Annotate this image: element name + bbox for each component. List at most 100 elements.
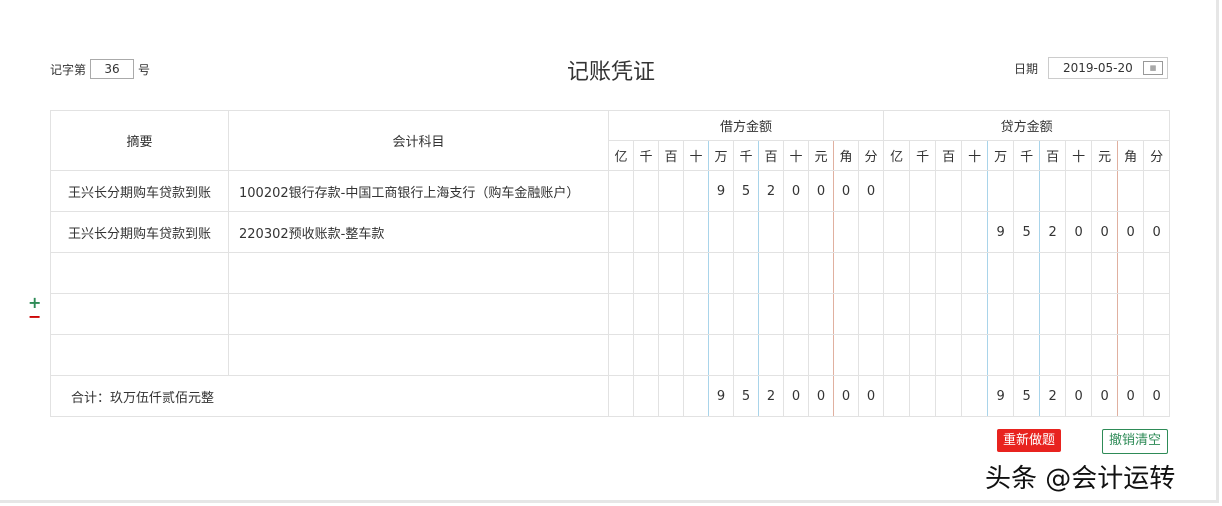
credit-digit-cell[interactable] <box>1143 252 1171 294</box>
debit-digit-cell[interactable] <box>783 252 809 294</box>
summary-cell[interactable] <box>50 252 229 294</box>
credit-digit-cell[interactable] <box>935 211 963 253</box>
debit-digit-cell[interactable] <box>833 252 859 294</box>
credit-digit-cell[interactable] <box>935 375 963 417</box>
credit-digit-cell[interactable]: 0 <box>1091 211 1119 253</box>
credit-digit-cell[interactable] <box>1013 334 1041 376</box>
summary-cell[interactable]: 王兴长分期购车贷款到账 <box>50 211 229 253</box>
debit-digit-cell[interactable] <box>633 293 659 335</box>
debit-digit-cell[interactable] <box>683 252 709 294</box>
credit-digit-cell[interactable] <box>1091 293 1119 335</box>
credit-digit-cell[interactable] <box>1117 293 1145 335</box>
debit-digit-cell[interactable] <box>857 211 885 253</box>
credit-digit-cell[interactable] <box>909 252 937 294</box>
debit-digit-cell[interactable] <box>633 252 659 294</box>
debit-digit-cell[interactable] <box>683 211 709 253</box>
credit-digit-cell[interactable] <box>1117 252 1145 294</box>
debit-digit-cell[interactable] <box>758 252 784 294</box>
credit-digit-cell[interactable] <box>1143 334 1171 376</box>
debit-digit-cell[interactable]: 0 <box>783 375 809 417</box>
credit-digit-cell[interactable] <box>961 170 989 212</box>
credit-digit-cell[interactable] <box>961 252 989 294</box>
debit-digit-cell[interactable]: 5 <box>733 375 759 417</box>
credit-digit-cell[interactable] <box>1065 170 1093 212</box>
credit-digit-cell[interactable] <box>883 211 911 253</box>
credit-digit-cell[interactable]: 0 <box>1091 375 1119 417</box>
debit-digit-cell[interactable]: 0 <box>808 375 834 417</box>
credit-digit-cell[interactable] <box>961 334 989 376</box>
credit-digit-cell[interactable] <box>1091 170 1119 212</box>
redo-button[interactable]: 重新做题 <box>997 429 1062 452</box>
credit-digit-cell[interactable] <box>935 334 963 376</box>
credit-digit-cell[interactable] <box>1065 293 1093 335</box>
credit-digit-cell[interactable]: 5 <box>1013 375 1041 417</box>
debit-digit-cell[interactable] <box>733 211 759 253</box>
account-cell[interactable] <box>228 334 609 376</box>
credit-digit-cell[interactable] <box>909 375 937 417</box>
debit-digit-cell[interactable] <box>683 293 709 335</box>
credit-digit-cell[interactable]: 2 <box>1039 211 1067 253</box>
credit-digit-cell[interactable] <box>935 252 963 294</box>
debit-digit-cell[interactable] <box>833 293 859 335</box>
credit-digit-cell[interactable] <box>1091 252 1119 294</box>
credit-digit-cell[interactable]: 9 <box>987 211 1015 253</box>
debit-digit-cell[interactable]: 2 <box>758 170 784 212</box>
credit-digit-cell[interactable] <box>909 293 937 335</box>
credit-digit-cell[interactable] <box>909 334 937 376</box>
debit-digit-cell[interactable] <box>658 375 684 417</box>
credit-digit-cell[interactable] <box>1117 334 1145 376</box>
debit-digit-cell[interactable] <box>708 211 734 253</box>
debit-digit-cell[interactable] <box>608 375 634 417</box>
debit-digit-cell[interactable]: 0 <box>808 170 834 212</box>
debit-digit-cell[interactable] <box>808 293 834 335</box>
credit-digit-cell[interactable] <box>961 375 989 417</box>
credit-digit-cell[interactable] <box>1039 252 1067 294</box>
credit-digit-cell[interactable] <box>987 293 1015 335</box>
calendar-icon[interactable]: ▦ <box>1143 61 1164 75</box>
summary-cell[interactable] <box>50 293 229 335</box>
credit-digit-cell[interactable] <box>987 170 1015 212</box>
credit-digit-cell[interactable] <box>883 334 911 376</box>
debit-digit-cell[interactable] <box>633 375 659 417</box>
credit-digit-cell[interactable] <box>961 293 989 335</box>
credit-digit-cell[interactable] <box>1065 334 1093 376</box>
credit-digit-cell[interactable] <box>1039 334 1067 376</box>
summary-cell[interactable] <box>50 334 229 376</box>
credit-digit-cell[interactable]: 0 <box>1065 211 1093 253</box>
debit-digit-cell[interactable]: 2 <box>758 375 784 417</box>
debit-digit-cell[interactable] <box>658 211 684 253</box>
credit-digit-cell[interactable]: 5 <box>1013 211 1041 253</box>
debit-digit-cell[interactable]: 0 <box>783 170 809 212</box>
debit-digit-cell[interactable]: 9 <box>708 170 734 212</box>
debit-digit-cell[interactable] <box>708 252 734 294</box>
remove-row-button[interactable]: − <box>28 309 41 325</box>
debit-digit-cell[interactable] <box>608 334 634 376</box>
credit-digit-cell[interactable] <box>909 211 937 253</box>
credit-digit-cell[interactable] <box>1013 252 1041 294</box>
credit-digit-cell[interactable] <box>883 252 911 294</box>
credit-digit-cell[interactable] <box>883 375 911 417</box>
credit-digit-cell[interactable] <box>883 170 911 212</box>
credit-digit-cell[interactable]: 0 <box>1065 375 1093 417</box>
credit-digit-cell[interactable] <box>1143 293 1171 335</box>
credit-digit-cell[interactable] <box>883 293 911 335</box>
debit-digit-cell[interactable]: 0 <box>833 375 859 417</box>
debit-digit-cell[interactable] <box>857 293 885 335</box>
debit-digit-cell[interactable] <box>658 293 684 335</box>
account-cell[interactable] <box>228 252 609 294</box>
debit-digit-cell[interactable]: 9 <box>708 375 734 417</box>
credit-digit-cell[interactable] <box>987 334 1015 376</box>
credit-digit-cell[interactable] <box>961 211 989 253</box>
credit-digit-cell[interactable] <box>1013 293 1041 335</box>
debit-digit-cell[interactable] <box>833 211 859 253</box>
clear-button[interactable]: 撤销清空 <box>1102 429 1169 454</box>
debit-digit-cell[interactable] <box>608 252 634 294</box>
credit-digit-cell[interactable] <box>1091 334 1119 376</box>
credit-digit-cell[interactable] <box>1039 293 1067 335</box>
debit-digit-cell[interactable] <box>658 170 684 212</box>
credit-digit-cell[interactable] <box>935 293 963 335</box>
credit-digit-cell[interactable] <box>987 252 1015 294</box>
debit-digit-cell[interactable] <box>857 334 885 376</box>
credit-digit-cell[interactable]: 2 <box>1039 375 1067 417</box>
debit-digit-cell[interactable] <box>808 334 834 376</box>
